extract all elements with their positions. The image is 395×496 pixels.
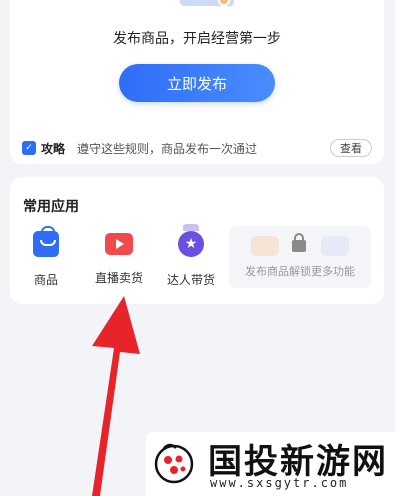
app-influencer-selling[interactable]: ★ 达人带货 <box>161 224 221 288</box>
blurred-app-icon <box>251 236 279 256</box>
app-label: 商品 <box>33 273 58 287</box>
watermark-logo-icon <box>154 443 194 484</box>
publish-hint: 发布商品，开启经营第一步 <box>113 31 281 47</box>
blurred-app-icon <box>321 236 349 256</box>
app-products[interactable]: 商品 <box>16 226 76 288</box>
tip-text: 遵守这些规则，商品发布一次通过 <box>77 141 258 156</box>
common-apps-card: 常用应用 商品 直播卖货 ★ 达人带货 发布商品解锁更多功能 <box>10 177 384 304</box>
app-live-selling[interactable]: 直播卖货 <box>89 231 149 286</box>
check-icon: ✓ <box>22 141 36 155</box>
watermark-url: www.sxsgytr.com <box>210 476 349 490</box>
view-button[interactable]: 查看 <box>330 139 372 157</box>
watermark: 国投新游网 www.sxsgytr.com <box>146 432 395 496</box>
live-video-icon <box>105 233 133 255</box>
publish-now-button[interactable]: 立即发布 <box>119 64 275 102</box>
strategy-tip-row: ✓ 攻略 遵守这些规则，商品发布一次通过 查看 <box>22 138 372 158</box>
locked-features[interactable]: 发布商品解锁更多功能 <box>229 226 371 288</box>
publish-card: 发布商品，开启经营第一步 立即发布 ✓ 攻略 遵守这些规则，商品发布一次通过 查… <box>10 0 384 164</box>
app-label: 达人带货 <box>166 273 215 287</box>
shopping-bag-icon <box>33 226 59 257</box>
tip-tag: 攻略 <box>41 141 66 156</box>
locked-text: 发布商品解锁更多功能 <box>245 265 355 278</box>
lock-icon <box>292 233 306 252</box>
section-title: 常用应用 <box>23 199 79 215</box>
star-medal-icon: ★ <box>178 224 204 257</box>
app-label: 直播卖货 <box>94 271 143 285</box>
